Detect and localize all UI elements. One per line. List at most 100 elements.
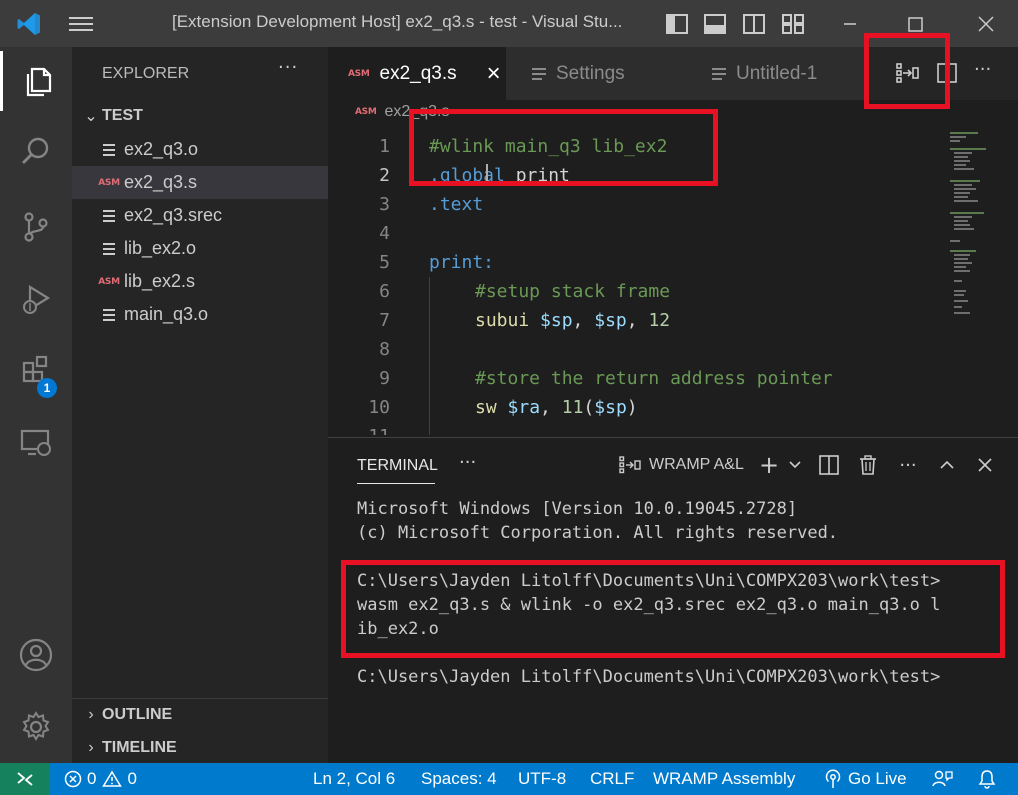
settings-lines-icon [532,67,546,81]
remote-indicator-icon[interactable] [0,763,50,795]
close-panel-icon[interactable] [973,453,997,477]
active-tab-underline [357,483,435,484]
untitled-lines-icon [712,67,726,81]
terminal-line: C:\Users\Jayden Litolff\Documents\Uni\CO… [357,667,941,687]
accounts-icon[interactable] [0,625,72,685]
terminal-line: (c) Microsoft Corporation. All rights re… [357,523,839,543]
code-separator: , [626,310,649,331]
timeline-section-header[interactable]: › TIMELINE [80,734,176,762]
extensions-icon[interactable]: 1 [0,341,72,401]
tab-untitled-1[interactable]: Untitled-1 [686,47,866,100]
asm-file-icon: ASM [98,276,120,287]
wramp-terminal-icon [619,455,643,475]
line-number: 11 [328,422,390,435]
file-item-lib-ex2-o[interactable]: lib_ex2.o [72,232,328,265]
window-title: [Extension Development Host] ex2_q3.s - … [172,12,623,31]
code-register: $sp [594,397,627,418]
tab-terminal[interactable]: TERMINAL [357,457,438,475]
file-item-lib-ex2-s[interactable]: ASM lib_ex2.s [72,265,328,298]
code-paren: ) [626,397,638,418]
line-number: 6 [379,281,390,302]
file-name: main_q3.o [124,304,209,324]
explorer-title: EXPLORER [102,65,190,82]
manage-gear-icon[interactable] [0,697,72,757]
line-number: 3 [379,194,390,215]
file-item-ex2-q3-s[interactable]: ASM ex2_q3.s [72,166,328,199]
terminal-more-icon[interactable]: ··· [896,453,920,477]
tab-settings[interactable]: Settings [506,47,686,100]
file-name: ex2_q3.o [124,139,199,159]
line-number: 1 [379,136,390,157]
toggle-primary-sidebar-icon[interactable] [665,12,689,36]
file-name: lib_ex2.o [124,238,197,258]
encoding[interactable]: UTF-8 [518,763,566,795]
cursor-position[interactable]: Ln 2, Col 6 [313,763,395,795]
editor-more-actions-icon[interactable]: ··· [974,59,991,80]
menu-icon[interactable] [68,14,94,34]
code-line-3: .text [429,194,484,215]
run-debug-icon[interactable] [0,269,72,329]
problems-indicator[interactable]: 0 0 [64,763,137,795]
file-lines-icon [96,242,122,255]
language-mode[interactable]: WRAMP Assembly [653,763,795,795]
file-lines-icon [96,209,122,222]
folder-header-test[interactable]: ⌄ TEST [80,102,143,130]
vscode-logo-icon[interactable] [16,11,42,37]
toggle-panel-icon[interactable] [703,12,727,36]
outline-label: OUTLINE [102,706,173,723]
line-number: 5 [379,252,390,273]
remote-explorer-icon[interactable] [0,413,72,473]
error-icon [64,770,82,788]
file-name: lib_ex2.s [124,271,196,291]
status-bar: 0 0 Ln 2, Col 6 Spaces: 4 UTF-8 CRLF WRA… [0,763,1018,795]
feedback-icon[interactable] [931,763,953,795]
go-live-button[interactable]: Go Live [824,763,907,795]
code-number: 12 [648,310,671,331]
asm-file-icon: ASM [355,107,377,117]
explorer-icon[interactable] [0,51,72,111]
kill-terminal-trash-icon[interactable] [856,453,880,477]
code-line-9: #store the return address pointer [475,368,833,389]
close-window-icon[interactable] [968,8,1004,40]
customize-layout-icon[interactable] [781,12,805,36]
code-line-6: #setup stack frame [475,281,671,302]
file-item-ex2-q3-o[interactable]: ex2_q3.o [72,133,328,166]
terminal-line: Microsoft Windows [Version 10.0.19045.27… [357,499,798,519]
maximize-panel-chevron-up-icon[interactable] [935,453,959,477]
annotation-box-tab-actions [864,33,950,109]
end-of-line[interactable]: CRLF [590,763,634,795]
toggle-secondary-sidebar-icon[interactable] [742,12,766,36]
panel-more-icon[interactable]: ··· [459,452,476,473]
code-separator: , [540,397,562,418]
new-terminal-button[interactable]: + [757,451,781,479]
go-live-label: Go Live [848,769,907,788]
tab-ex2-q3-s[interactable]: ASM ex2_q3.s × [328,47,506,100]
code-opcode: subui [475,310,530,331]
code-separator: , [572,310,595,331]
file-item-main-q3-o[interactable]: main_q3.o [72,298,328,331]
split-terminal-icon[interactable] [817,453,841,477]
chevron-right-icon: › [88,706,94,723]
minimize-icon[interactable] [832,8,868,40]
asm-file-icon: ASM [98,177,120,188]
explorer-more-actions-icon[interactable]: ··· [278,57,298,78]
notifications-bell-icon[interactable] [977,763,997,795]
terminal-profile[interactable]: WRAMP A&L [619,455,744,475]
minimap[interactable] [944,130,1004,320]
file-item-ex2-q3-srec[interactable]: ex2_q3.srec [72,199,328,232]
close-tab-icon[interactable]: × [487,60,501,88]
search-icon[interactable] [0,122,72,182]
chevron-down-icon: ⌄ [84,108,98,125]
line-number: 7 [379,310,390,331]
file-name: ex2_q3.s [124,172,198,192]
chevron-down-icon[interactable] [783,453,807,477]
annotation-box-wlink-comment [409,109,718,186]
code-register: $sp [540,310,573,331]
explorer-sidebar: EXPLORER ··· ⌄ TEST ex2_q3.o ASM ex2_q3.… [72,47,328,763]
line-number: 8 [379,339,390,360]
source-control-icon[interactable] [0,197,72,257]
outline-section-header[interactable]: › OUTLINE [80,701,172,729]
indentation[interactable]: Spaces: 4 [421,763,497,795]
line-number: 2 [379,165,390,186]
code-line-10: sw $ra, 11($sp) [475,393,638,422]
